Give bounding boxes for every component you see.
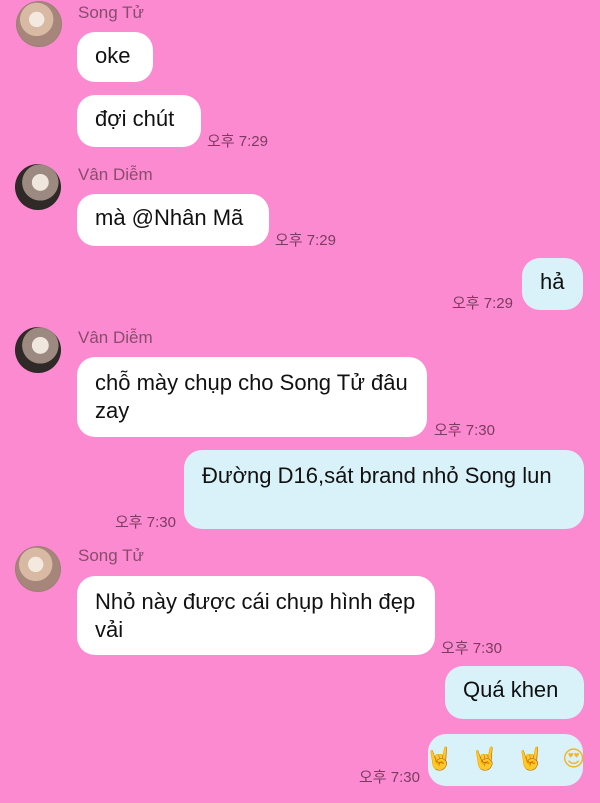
rock-on-hand-icon: 🤘 [471,747,499,772]
message-time: 오후 7:29 [207,133,268,150]
sender-name: Song Tử [78,3,144,22]
avatar-van-diem[interactable] [15,327,61,373]
avatar-van-diem[interactable] [15,164,61,210]
message-bubble[interactable]: đợi chút [77,95,201,147]
message-time: 오후 7:29 [452,295,513,312]
message-bubble-outgoing[interactable]: Quá khen [445,666,584,719]
message-bubble[interactable]: chỗ mày chụp cho Song Tử đâu zay [77,357,427,437]
message-bubble[interactable]: Nhỏ này được cái chụp hình đẹp vải [77,576,435,655]
message-time: 오후 7:30 [359,769,420,786]
message-bubble[interactable]: oke [77,32,153,82]
message-bubble-outgoing[interactable]: hả [522,258,583,310]
message-time: 오후 7:30 [434,422,495,439]
sender-name: Vân Diễm [78,165,153,184]
heart-eyes-face-icon: 😍 [562,747,586,772]
message-bubble-outgoing[interactable]: Đường D16,sát brand nhỏ Song lun [184,450,584,529]
message-time: 오후 7:30 [115,514,176,531]
message-time: 오후 7:30 [441,640,502,657]
rock-on-hand-icon: 🤘 [425,747,454,772]
sender-name: Song Tử [78,546,144,565]
sender-name: Vân Diễm [78,328,153,347]
rock-on-hand-icon: 🤘 [516,747,545,772]
avatar-song-tu[interactable] [16,1,62,47]
emoji-message-bubble[interactable]: 🤘 🤘 🤘 😍 [425,734,586,786]
message-bubble[interactable]: mà @Nhân Mã [77,194,269,246]
avatar-song-tu[interactable] [15,546,61,592]
message-time: 오후 7:29 [275,232,336,249]
